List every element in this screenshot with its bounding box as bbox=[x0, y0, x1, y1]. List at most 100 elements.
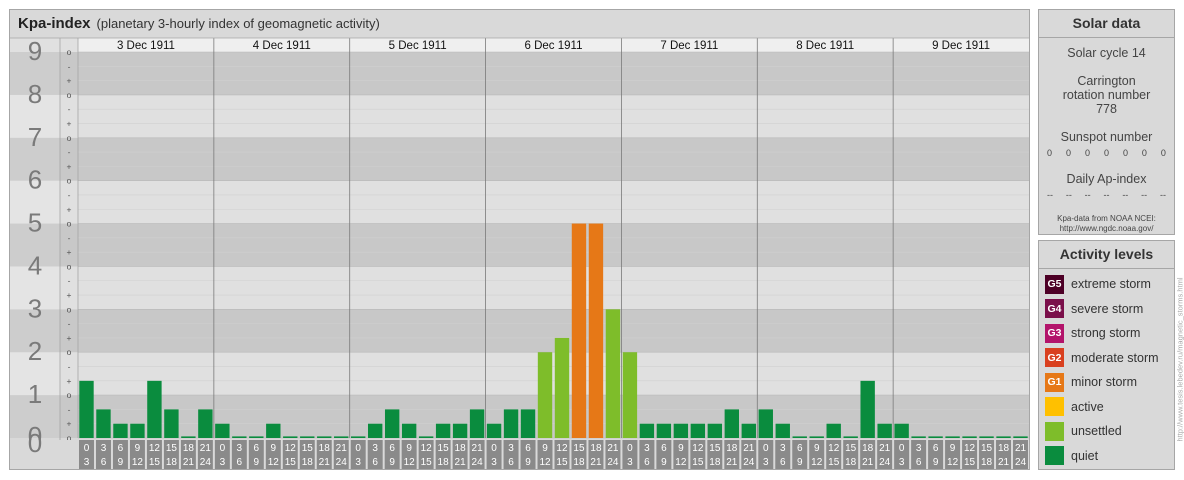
carrington-rotation: Carrington rotation number 778 bbox=[1062, 74, 1151, 116]
y-tick-label: 5 bbox=[28, 208, 42, 238]
interval-end-label: 3 bbox=[491, 457, 497, 468]
band bbox=[78, 352, 1029, 396]
interval-start-label: 3 bbox=[644, 443, 650, 454]
y-minor-tick-label: o bbox=[67, 176, 72, 186]
y-minor-tick-label: + bbox=[67, 204, 72, 214]
kp-bar bbox=[351, 436, 366, 438]
band-left bbox=[60, 52, 78, 95]
sunspot-value: 0 bbox=[1047, 148, 1053, 158]
interval-start-label: 18 bbox=[319, 443, 331, 454]
chart-header: Kpa-index (planetary 3-hourly index of ge… bbox=[18, 15, 380, 32]
interval-end-label: 24 bbox=[607, 457, 619, 468]
band-left bbox=[60, 309, 78, 353]
y-minor-tick-label: - bbox=[68, 147, 71, 157]
activity-level-label: quiet bbox=[1071, 448, 1099, 463]
interval-start-label: 6 bbox=[661, 443, 667, 454]
interval-end-label: 12 bbox=[811, 457, 823, 468]
y-minor-tick-label: - bbox=[68, 190, 71, 200]
interval-start-label: 15 bbox=[166, 443, 178, 454]
kpa-chart-panel: 0 1 2 3 4 5 6 7 8 9 + o + o - + o - + o - + o - + o - + o - + o - + o - o -3 … bbox=[9, 9, 1030, 470]
interval-end-label: 9 bbox=[661, 457, 667, 468]
kp-bar bbox=[147, 380, 162, 438]
interval-end-label: 3 bbox=[84, 457, 90, 468]
interval-end-label: 3 bbox=[763, 457, 769, 468]
sunspot-value: 0 bbox=[1122, 148, 1128, 158]
interval-start-label: 9 bbox=[542, 443, 548, 454]
interval-end-label: 18 bbox=[709, 457, 721, 468]
y-tick-label: 3 bbox=[28, 293, 42, 323]
kp-bar bbox=[130, 423, 145, 438]
band bbox=[78, 309, 1029, 353]
kp-bar bbox=[656, 423, 672, 438]
y-minor-tick-label: + bbox=[67, 419, 72, 429]
interval-end-label: 9 bbox=[389, 457, 395, 468]
interval-end-label: 21 bbox=[590, 457, 602, 468]
interval-end-label: 18 bbox=[573, 457, 585, 468]
chart-title: Kpa-index bbox=[18, 15, 91, 32]
interval-end-label: 24 bbox=[200, 457, 212, 468]
interval-start-label: 12 bbox=[692, 443, 704, 454]
band-left bbox=[60, 266, 78, 310]
y-tick-label: 9 bbox=[28, 36, 42, 66]
kp-bar bbox=[928, 436, 943, 438]
interval-end-label: 9 bbox=[525, 457, 531, 468]
activity-levels-panel: Activity levels G5 extreme storm G4 severe … bbox=[1038, 240, 1175, 470]
kp-bar bbox=[198, 409, 213, 438]
ap-index-value: -- bbox=[1047, 190, 1053, 200]
interval-start-label: 15 bbox=[573, 443, 585, 454]
kp-bar bbox=[1013, 436, 1028, 438]
kp-bar bbox=[775, 423, 790, 438]
kp-bar bbox=[452, 423, 468, 438]
band bbox=[78, 94, 1029, 138]
kp-bar bbox=[384, 409, 400, 438]
data-source-note: Kpa-data from NOAA NCEI: http://www.ngdc… bbox=[1039, 214, 1174, 234]
y-minor-tick-label: + bbox=[67, 333, 72, 343]
band bbox=[78, 137, 1029, 181]
interval-end-label: 24 bbox=[472, 457, 484, 468]
activity-level-swatch bbox=[1045, 446, 1064, 465]
sunspot-value: 0 bbox=[1103, 148, 1109, 158]
interval-end-label: 9 bbox=[797, 457, 803, 468]
interval-start-label: 6 bbox=[118, 443, 124, 454]
interval-end-label: 15 bbox=[285, 457, 297, 468]
y-minor-tick-label: o bbox=[67, 304, 72, 314]
interval-end-label: 3 bbox=[899, 457, 905, 468]
interval-end-label: 3 bbox=[627, 457, 633, 468]
watermark: http://www.tesis.lebedev.ru/magnetic_sto… bbox=[1174, 250, 1184, 470]
interval-end-label: 6 bbox=[644, 457, 650, 468]
interval-start-label: 9 bbox=[271, 443, 277, 454]
interval-start-label: 0 bbox=[355, 443, 361, 454]
day-label: 8 Dec 1911 bbox=[796, 40, 854, 52]
axis-corner bbox=[10, 440, 78, 469]
interval-start-label: 9 bbox=[814, 443, 820, 454]
band bbox=[78, 266, 1029, 310]
activity-level-label: strong storm bbox=[1071, 326, 1141, 340]
data-source-url: http://www.ngdc.noaa.gov/ bbox=[1059, 224, 1154, 233]
interval-end-label: 12 bbox=[675, 457, 687, 468]
kp-bar bbox=[300, 436, 315, 438]
activity-levels-heading: Activity levels bbox=[1039, 241, 1174, 269]
activity-level-label: minor storm bbox=[1071, 375, 1137, 389]
interval-end-label: 18 bbox=[302, 457, 314, 468]
watermark-text: http://www.tesis.lebedev.ru/magnetic_sto… bbox=[1175, 277, 1184, 442]
interval-start-label: 3 bbox=[780, 443, 786, 454]
y-minor-tick-label: + bbox=[67, 376, 72, 386]
sunspot-value: 0 bbox=[1084, 148, 1090, 158]
kp-bar bbox=[367, 423, 383, 438]
interval-end-label: 15 bbox=[556, 457, 568, 468]
activity-level-label: severe storm bbox=[1071, 301, 1144, 316]
y-tick-label: 8 bbox=[28, 79, 42, 109]
interval-end-label: 21 bbox=[998, 457, 1010, 468]
y-minor-tick-label: - bbox=[68, 276, 71, 286]
band-left bbox=[60, 395, 78, 438]
interval-start-label: 12 bbox=[149, 443, 161, 454]
interval-start-label: 3 bbox=[916, 443, 922, 454]
interval-start-label: 3 bbox=[101, 443, 107, 454]
solar-cycle: Solar cycle 14 bbox=[1067, 46, 1146, 60]
y-minor-tick-label: o bbox=[67, 90, 72, 100]
chart-subtitle: (planetary 3-hourly index of geomagnetic… bbox=[96, 16, 380, 31]
kp-bar bbox=[911, 436, 926, 438]
interval-start-label: 3 bbox=[372, 443, 378, 454]
kp-bar bbox=[894, 423, 909, 438]
band-left bbox=[60, 223, 78, 267]
